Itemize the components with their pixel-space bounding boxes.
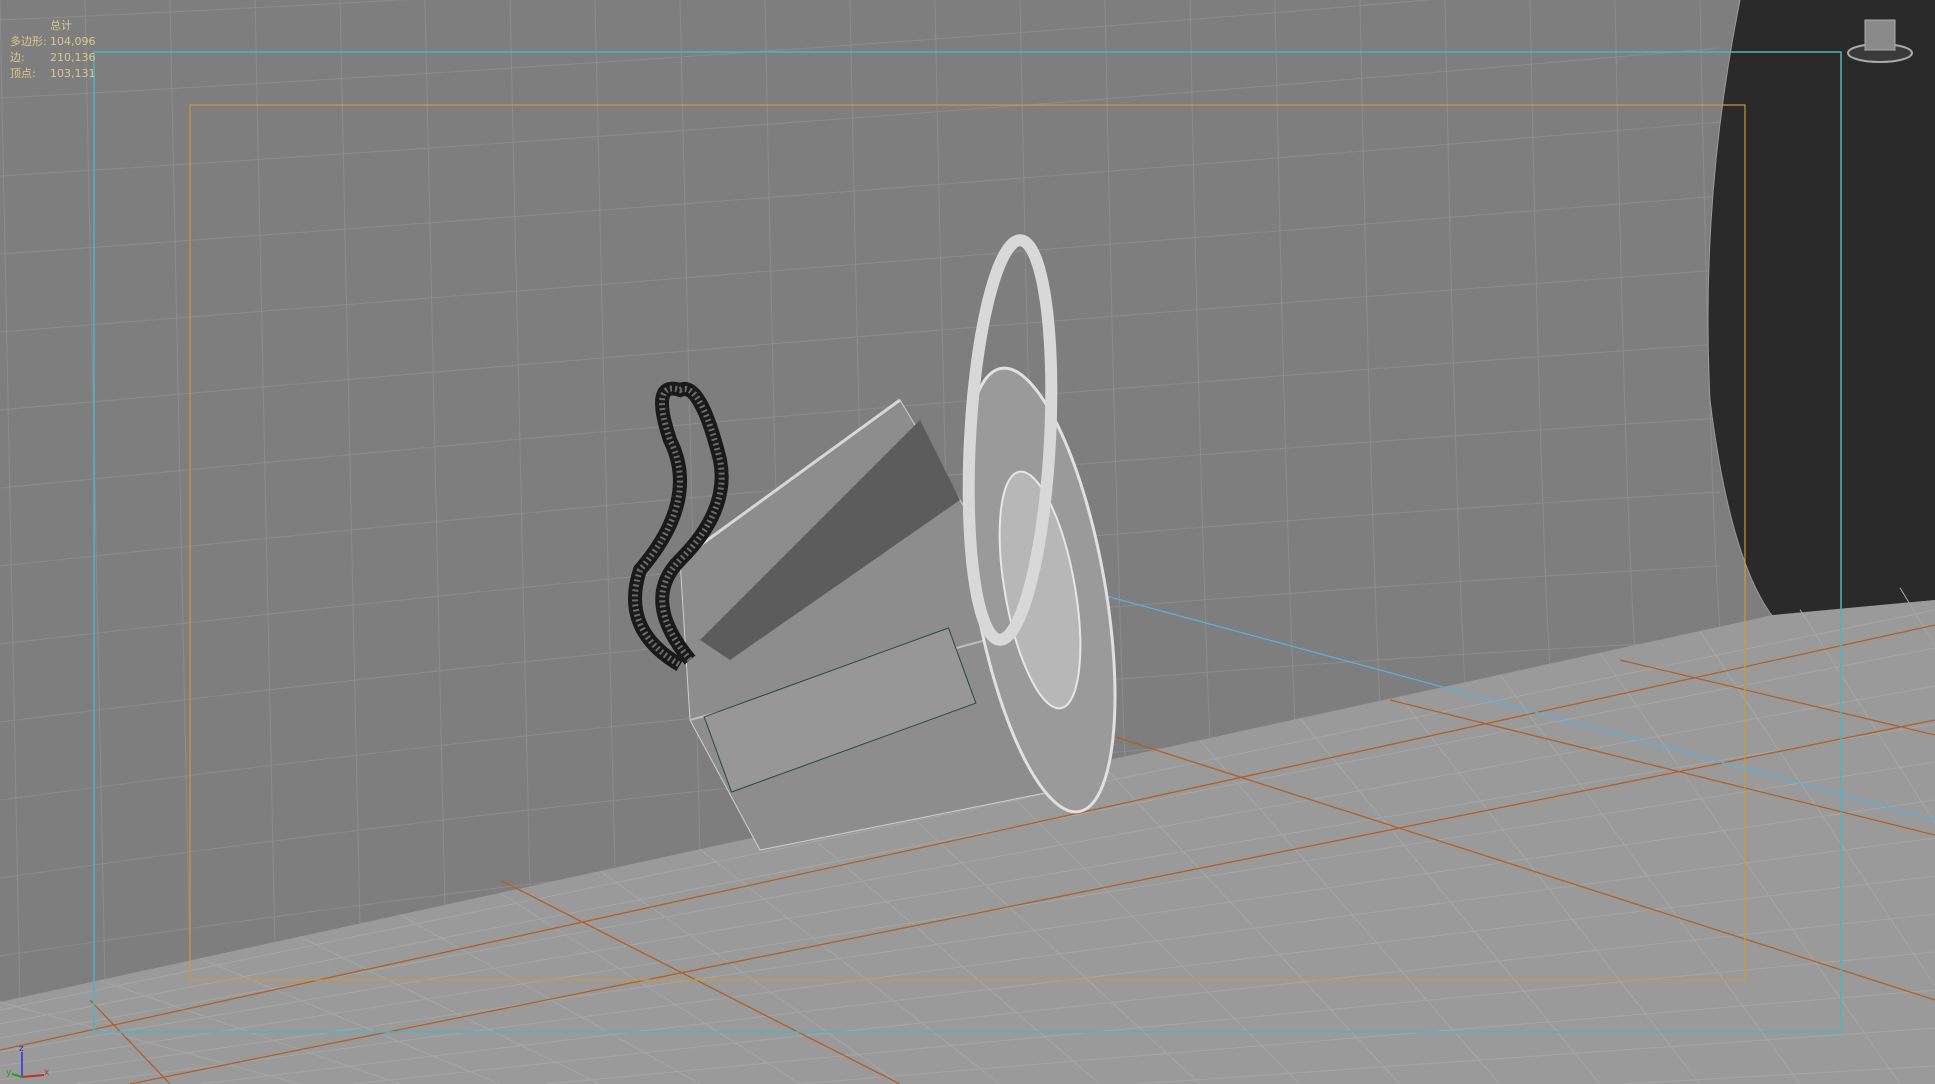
stats-row-edges: 边: 210,136 bbox=[10, 50, 96, 66]
stats-label: 顶点: bbox=[10, 67, 36, 80]
axis-label-z: z bbox=[19, 1044, 24, 1054]
wall-grid-line bbox=[254, 0, 276, 947]
wall-grid-line bbox=[339, 0, 361, 928]
axis-label-x: x bbox=[44, 1068, 50, 1078]
stats-label: 边: bbox=[10, 51, 25, 64]
wall-grid-line bbox=[1444, 0, 1466, 688]
viewcube-icon[interactable] bbox=[1845, 15, 1915, 65]
stats-value: 103,131 bbox=[50, 67, 96, 80]
wall-grid-line bbox=[0, 269, 1721, 411]
wall-grid-line bbox=[1189, 0, 1211, 743]
wall-grid-line bbox=[0, 0, 21, 1003]
stats-row-polygons: 多边形: 104,096 bbox=[10, 34, 96, 50]
scene bbox=[0, 0, 1935, 1084]
stats-row-vertices: 顶点: 103,131 bbox=[10, 66, 96, 82]
wall-grid-line bbox=[0, 195, 1721, 333]
viewport-perspective[interactable]: 总计 多边形: 104,096 边: 210,136 顶点: 103,131 z x … bbox=[0, 0, 1935, 1084]
backdrop-dark-region bbox=[1708, 0, 1935, 617]
cup-model[interactable] bbox=[628, 234, 1143, 851]
wall-grid-line bbox=[1359, 0, 1381, 706]
wall-grid-line bbox=[509, 0, 531, 891]
wall-grid-line bbox=[1274, 0, 1296, 725]
stats-value: 104,096 bbox=[50, 35, 96, 48]
stats-header: 总计 bbox=[50, 19, 72, 32]
wall-grid-line bbox=[1614, 0, 1636, 650]
wall-grid-line bbox=[169, 0, 191, 965]
wall-grid-line bbox=[0, 0, 1434, 99]
wall-grid-line bbox=[594, 0, 616, 873]
wall-grid-line bbox=[0, 0, 410, 21]
wall-grid-line bbox=[424, 0, 446, 910]
axis-label-y: y bbox=[6, 1068, 12, 1078]
stats-label: 多边形: bbox=[10, 35, 47, 48]
stats-value: 210,136 bbox=[50, 51, 96, 64]
wall-grid-line bbox=[84, 0, 106, 984]
wall-grid-line bbox=[1529, 0, 1551, 669]
statistics-overlay: 总计 多边形: 104,096 边: 210,136 顶点: 103,131 bbox=[10, 18, 96, 82]
